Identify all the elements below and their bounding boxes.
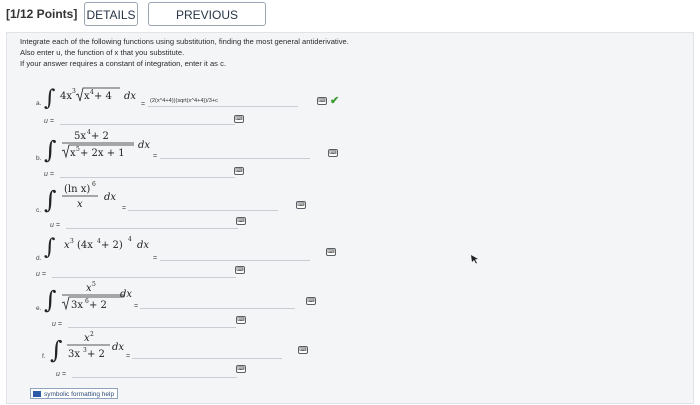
- svg-text:(ln x): (ln x): [64, 184, 90, 195]
- svg-text:+ 2: + 2: [91, 131, 109, 142]
- keyboard-icon[interactable]: ⌨: [234, 115, 244, 123]
- keyboard-icon[interactable]: ⌨: [235, 266, 245, 274]
- u-field-a[interactable]: [60, 116, 235, 125]
- answer-field-c[interactable]: [128, 202, 278, 211]
- svg-text:3: 3: [72, 88, 76, 95]
- svg-text:+ 2: + 2: [89, 300, 107, 311]
- u-label-d: u =: [36, 271, 46, 278]
- svg-text:6: 6: [92, 181, 96, 188]
- integral-sign: ∫: [50, 336, 63, 364]
- svg-text:x: x: [77, 199, 83, 210]
- integral-b: ∫ 5x 4 + 2 x 5 + 2x + 1 dx: [44, 129, 150, 164]
- problem-label-f: f.: [42, 353, 46, 360]
- equals-d: =: [153, 255, 158, 262]
- integral-sign: ∫: [44, 235, 56, 260]
- equals-e: =: [134, 303, 139, 310]
- integral-sign: ∫: [44, 186, 57, 214]
- problem-label-b: b.: [36, 155, 42, 162]
- svg-text:dx: dx: [137, 240, 149, 251]
- answer-field-d[interactable]: [160, 252, 310, 261]
- u-label-a: u =: [44, 118, 54, 125]
- integral-c: ∫ (ln x) 6 x dx: [44, 181, 116, 214]
- svg-text:5: 5: [92, 281, 96, 288]
- svg-text:dx: dx: [120, 289, 132, 300]
- previous-answers-button[interactable]: PREVIOUS ANSWERS: [148, 2, 266, 46]
- svg-text:3x: 3x: [68, 349, 80, 360]
- keyboard-icon[interactable]: ⌨: [236, 217, 246, 225]
- points-label: [1/12 Points]: [6, 7, 78, 21]
- svg-text:2: 2: [90, 331, 94, 338]
- svg-text:+ 2): + 2): [101, 240, 123, 251]
- u-label-b: u =: [44, 171, 54, 178]
- integral-e: ∫ x 5 3x 6 + 2 dx: [44, 281, 132, 314]
- keyboard-icon[interactable]: ⌨: [326, 248, 336, 256]
- answer-field-a[interactable]: (2(x^4+4))(sqrt(x^4+4))/3+c: [148, 98, 298, 107]
- answer-field-e[interactable]: [140, 300, 295, 309]
- integral-a: ∫ 4x 3 x 4 + 4 dx: [44, 86, 136, 111]
- keyboard-icon[interactable]: ⌨: [296, 201, 306, 209]
- svg-text:dx: dx: [112, 342, 124, 353]
- problem-label-c: c.: [36, 207, 42, 214]
- keyboard-icon[interactable]: ⌨: [236, 365, 246, 373]
- instruction-line-1: Integrate each of the following function…: [20, 37, 349, 46]
- integral-sign: ∫: [44, 136, 57, 164]
- question-header: [1/12 Points] DETAILS PREVIOUS ANSWERS: [0, 0, 700, 46]
- u-field-c[interactable]: [66, 220, 238, 229]
- equals-f: =: [126, 353, 131, 360]
- integral-sign: ∫: [44, 286, 57, 314]
- mouse-cursor-icon: [471, 255, 478, 264]
- problem-label-d: d.: [36, 255, 42, 262]
- svg-text:4: 4: [128, 236, 132, 243]
- coef-a: 4x: [60, 91, 72, 102]
- answer-field-f[interactable]: [132, 350, 282, 359]
- integral-sign: ∫: [44, 86, 56, 111]
- u-field-b[interactable]: [60, 169, 235, 178]
- keyboard-icon[interactable]: ⌨: [236, 316, 246, 324]
- instruction-line-3: If your answer requires a constant of in…: [20, 59, 226, 68]
- svg-text:5x: 5x: [74, 131, 86, 142]
- svg-text:3: 3: [70, 238, 74, 245]
- problem-label-a: a.: [36, 100, 42, 107]
- u-field-f[interactable]: [72, 369, 237, 378]
- keyboard-icon[interactable]: ⌨: [298, 346, 308, 354]
- answer-field-b[interactable]: [160, 150, 310, 159]
- u-label-c: u =: [50, 222, 60, 229]
- svg-text:+ 2x + 1: + 2x + 1: [80, 148, 125, 159]
- details-button[interactable]: DETAILS: [84, 2, 138, 26]
- keyboard-icon[interactable]: ⌨: [306, 297, 316, 305]
- svg-text:dx: dx: [138, 140, 150, 151]
- svg-text:+ 4: + 4: [94, 91, 112, 102]
- correct-check-icon: ✔: [330, 95, 340, 107]
- equals-c: =: [122, 205, 127, 212]
- svg-text:(4x: (4x: [77, 240, 93, 251]
- equals-b: =: [153, 153, 158, 160]
- help-label: symbolic formatting help: [44, 391, 115, 398]
- svg-text:dx: dx: [124, 91, 136, 102]
- integral-f: ∫ x 2 3x 3 + 2 dx: [50, 331, 124, 364]
- instruction-line-2: Also enter u, the function of x that you…: [20, 48, 185, 57]
- problem-label-e: e.: [36, 305, 42, 312]
- answer-value-a: (2(x^4+4))(sqrt(x^4+4))/3+c: [150, 98, 218, 104]
- svg-text:3x: 3x: [71, 300, 83, 311]
- svg-text:+ 2: + 2: [87, 349, 105, 360]
- keyboard-icon[interactable]: ⌨: [317, 97, 327, 105]
- keyboard-icon[interactable]: ⌨: [234, 167, 244, 175]
- u-field-e[interactable]: [68, 319, 236, 328]
- keyboard-icon[interactable]: ⌨: [328, 149, 338, 157]
- help-icon: [33, 391, 41, 397]
- u-label-e: u =: [52, 321, 62, 328]
- symbolic-formatting-help-button[interactable]: symbolic formatting help: [30, 388, 119, 399]
- u-label-f: u =: [56, 371, 66, 378]
- u-field-d[interactable]: [52, 269, 236, 278]
- integral-d: ∫ x 3 (4x 4 + 2) 4 dx: [44, 235, 149, 260]
- equals-a: =: [141, 101, 146, 108]
- svg-text:dx: dx: [104, 192, 116, 203]
